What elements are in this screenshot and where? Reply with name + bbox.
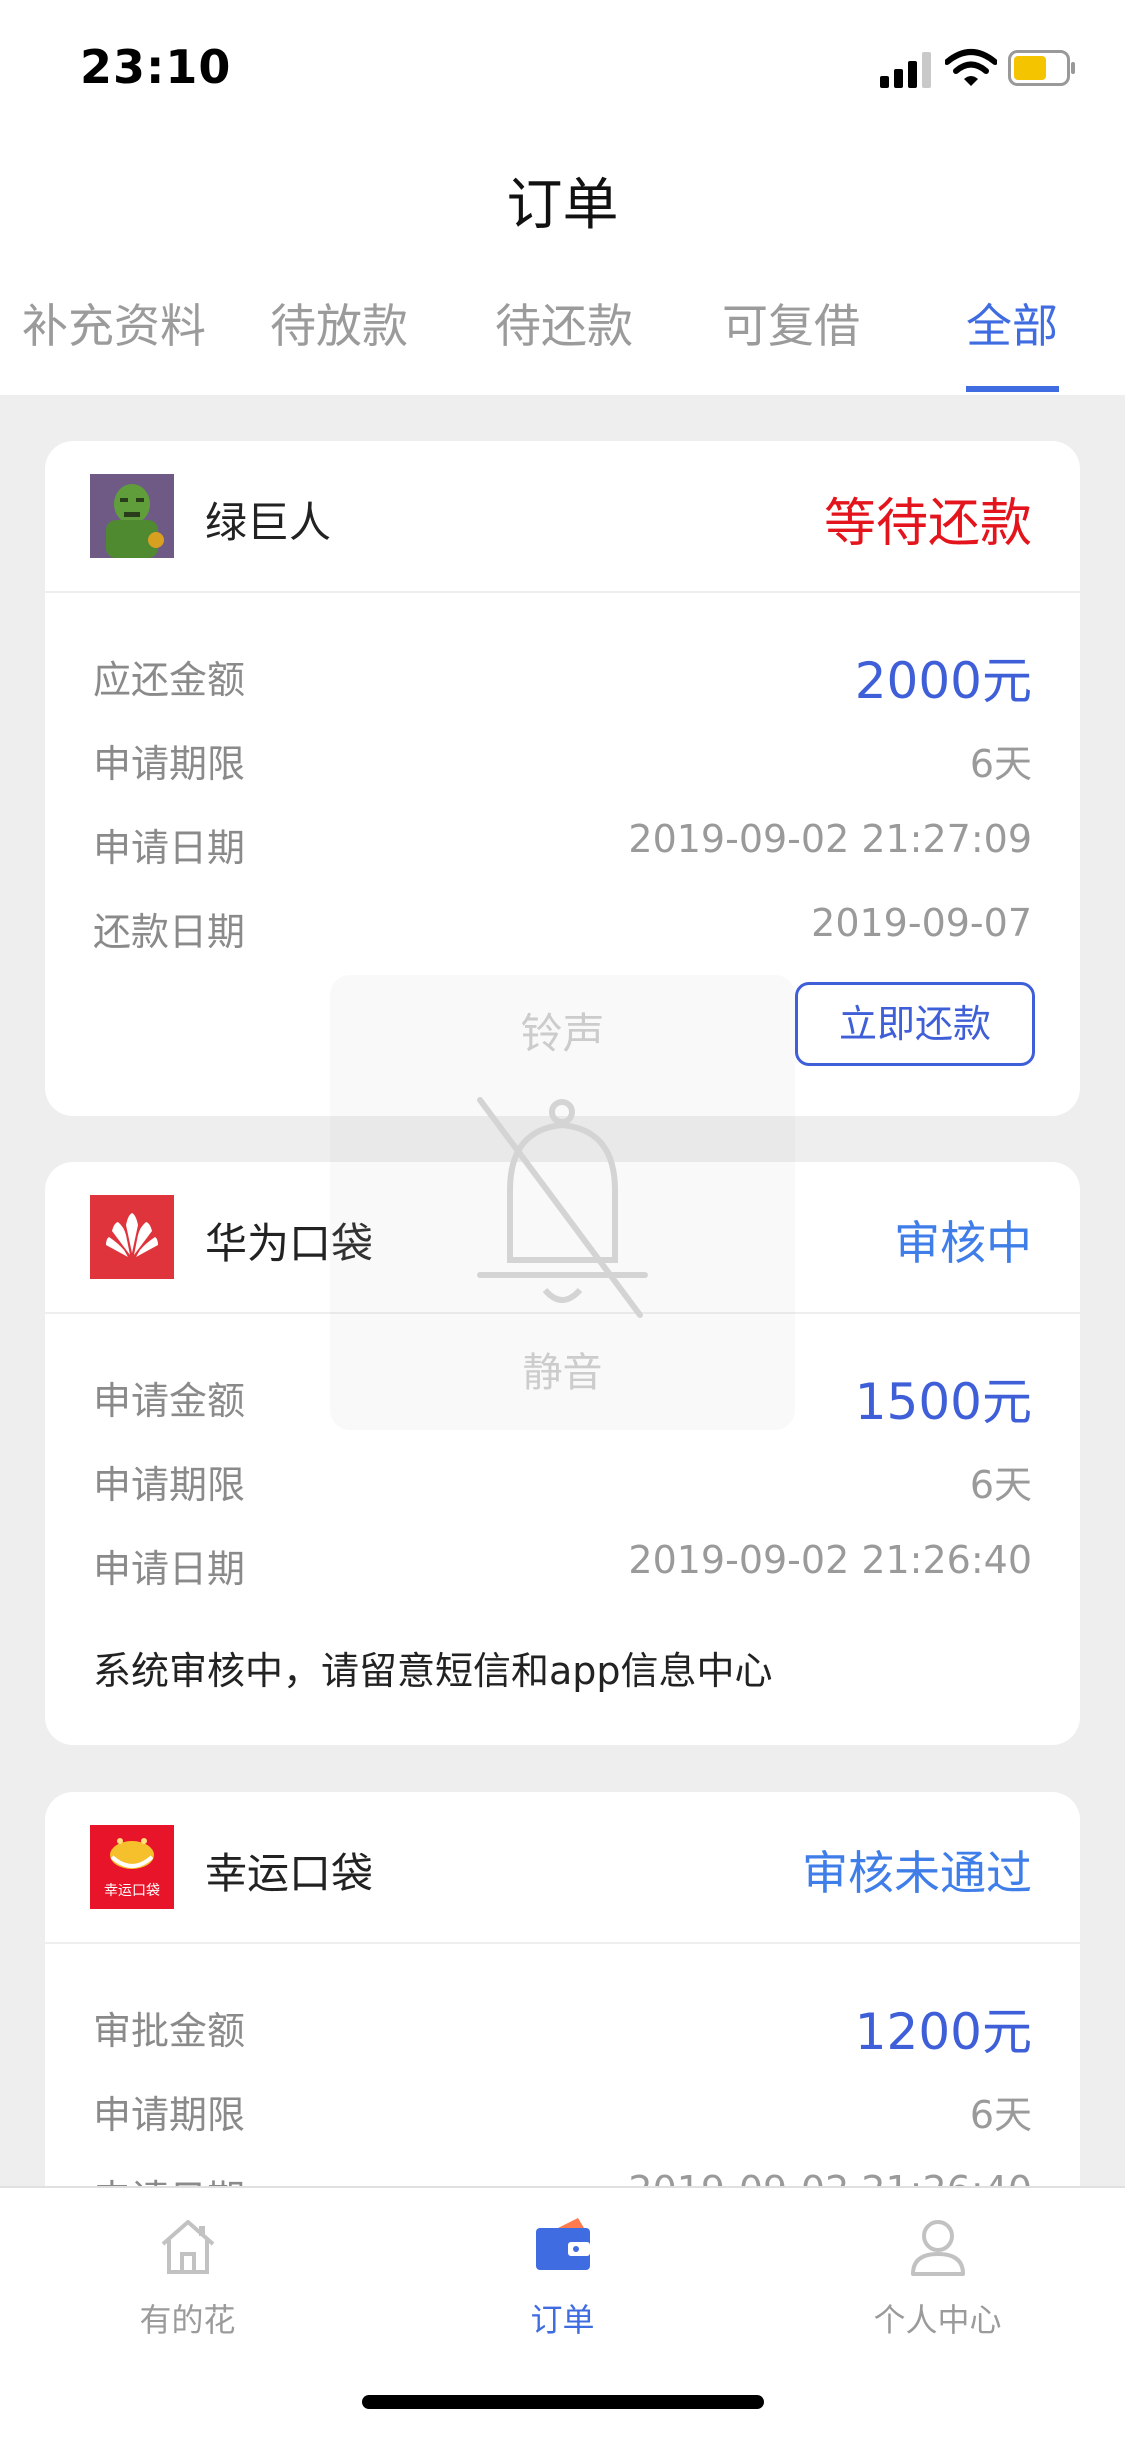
row-label: 申请期限: [93, 2093, 246, 2137]
row-label: 申请期限: [93, 742, 246, 786]
row-value: 2019-09-07: [811, 901, 1032, 945]
order-status: 审核未通过: [802, 1846, 1032, 1900]
row-value: 2019-09-02 21:27:09: [628, 817, 1032, 861]
lender-name: 绿巨人: [205, 498, 332, 547]
row-value: 2019-09-02 21:26:40: [628, 1538, 1032, 1582]
tab-supplement-info[interactable]: 补充资料: [22, 290, 206, 356]
lucky-pocket-logo-icon: 幸运口袋: [90, 1825, 174, 1909]
row-label: 申请金额: [93, 1379, 246, 1423]
row-label: 审批金额: [93, 2009, 246, 2053]
status-bar: 23:10: [0, 0, 1125, 135]
info-row: 审批金额 1200元: [93, 2000, 1032, 2061]
tab-bar-item-orders[interactable]: 订单: [375, 2188, 750, 2358]
info-row: 申请日期 2019-09-02 21:26:40: [93, 1538, 1032, 1598]
info-row: 应还金额 2000元: [93, 649, 1032, 710]
battery-icon: [1008, 50, 1075, 86]
info-row: 申请期限 6天: [93, 1454, 1032, 1514]
tab-bar-label: 订单: [530, 2301, 595, 2339]
overlay-title: 铃声: [520, 1009, 605, 1058]
info-row: 申请期限 6天: [93, 733, 1032, 793]
row-value: 6天: [969, 1463, 1032, 1507]
home-indicator[interactable]: [362, 2395, 764, 2409]
row-label: 申请日期: [93, 1547, 246, 1591]
orders-header: 订单 补充资料 待放款 待还款 可复借 全部: [0, 135, 1125, 395]
amount-value: 1500元: [854, 1373, 1032, 1431]
row-value: 6天: [969, 742, 1032, 786]
tab-pending-repayment[interactable]: 待还款: [495, 290, 633, 356]
review-note: 系统审核中，请留意短信和app信息中心: [93, 1649, 773, 1693]
hulk-logo-icon: [90, 474, 174, 558]
tab-all[interactable]: 全部: [966, 290, 1058, 356]
logo-text: 幸运口袋: [104, 1883, 160, 1899]
tab-bar-label: 个人中心: [873, 2301, 1002, 2339]
page-title: 订单: [506, 173, 619, 238]
person-icon: [911, 2220, 965, 2276]
active-tab-indicator: [966, 386, 1059, 392]
row-label: 应还金额: [93, 658, 246, 702]
wifi-icon: [945, 49, 997, 86]
info-row: 申请期限 6天: [93, 2084, 1032, 2144]
order-status: 等待还款: [823, 494, 1032, 554]
tab-reborrowable[interactable]: 可复借: [722, 290, 860, 356]
order-status: 审核中: [894, 1216, 1032, 1270]
amount-value: 1200元: [854, 2003, 1032, 2061]
tab-bar-label: 有的花: [139, 2301, 236, 2339]
bell-muted-icon: [477, 1097, 648, 1318]
overlay-subtitle: 静音: [522, 1350, 603, 1396]
huawei-logo-icon: [90, 1195, 174, 1279]
cellular-signal-icon: [880, 52, 932, 88]
repay-now-button[interactable]: 立即还款: [795, 982, 1035, 1066]
status-time: 23:10: [80, 40, 232, 94]
tab-bar-item-home[interactable]: 有的花: [0, 2188, 375, 2358]
info-row: 还款日期 2019-09-07: [93, 901, 1032, 961]
home-icon: [161, 2220, 215, 2274]
lender-name: 幸运口袋: [205, 1849, 374, 1898]
row-label: 申请期限: [93, 1463, 246, 1507]
tab-bar-item-profile[interactable]: 个人中心: [750, 2188, 1125, 2358]
card-header: 绿巨人 等待还款: [45, 441, 1080, 593]
tab-pending-disbursement[interactable]: 待放款: [270, 290, 408, 356]
silent-mode-overlay: 铃声 静音: [330, 975, 795, 1430]
wallet-icon: [536, 2218, 590, 2270]
row-label: 申请日期: [93, 826, 246, 870]
card-header: 幸运口袋 幸运口袋 审核未通过: [45, 1792, 1080, 1944]
amount-value: 2000元: [854, 652, 1032, 710]
info-row: 申请日期 2019-09-02 21:27:09: [93, 817, 1032, 877]
row-value: 6天: [969, 2093, 1032, 2137]
row-label: 还款日期: [93, 910, 246, 954]
